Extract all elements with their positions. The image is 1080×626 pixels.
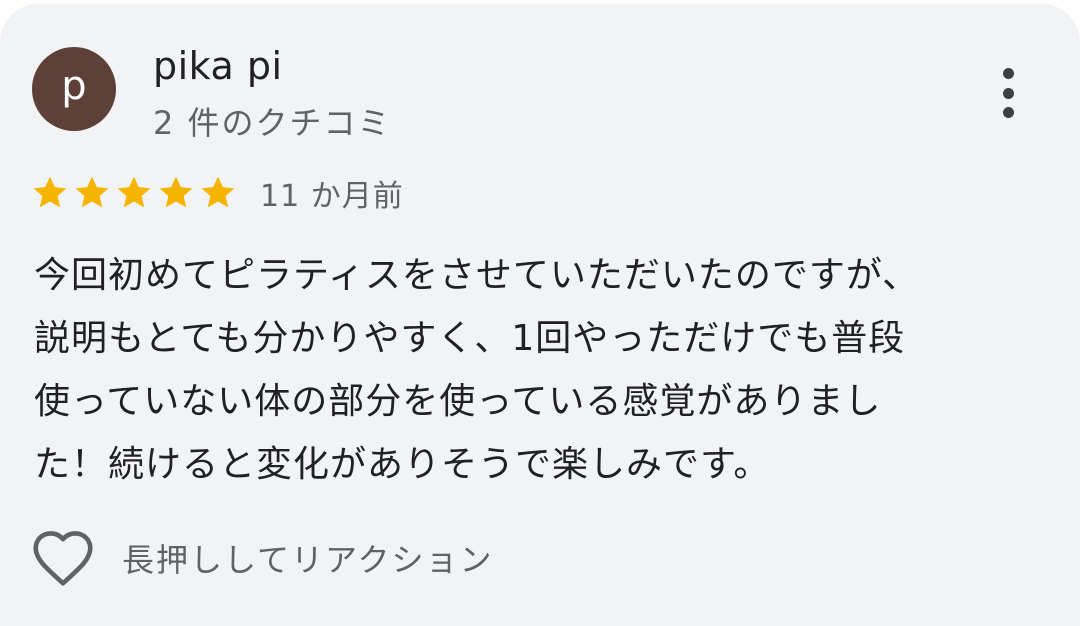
avatar-letter: p bbox=[61, 63, 87, 109]
author-review-count: 2 件のクチコミ bbox=[153, 104, 392, 142]
more-vert-icon-dot bbox=[1002, 87, 1014, 99]
star-icon bbox=[159, 176, 193, 208]
review-text: 今回初めてピラティスをさせていただいたのですが、 説明もとても分かりやすく、1回… bbox=[34, 255, 920, 485]
star-icon bbox=[75, 176, 109, 208]
more-vert-icon bbox=[1002, 68, 1014, 79]
reaction-label: 長押ししてリアクション bbox=[122, 541, 494, 579]
more-options-button[interactable] bbox=[988, 64, 1028, 122]
author-name[interactable]: pika pi bbox=[153, 44, 283, 88]
review-time: 11 か月前 bbox=[260, 179, 404, 214]
rating-row: 11 か月前 bbox=[30, 170, 404, 216]
star-icon bbox=[201, 176, 235, 208]
avatar[interactable]: p bbox=[32, 47, 116, 131]
more-vert-icon-dot bbox=[1002, 107, 1014, 118]
star-rating bbox=[30, 173, 238, 213]
reaction-button[interactable]: 長押ししてリアクション bbox=[30, 526, 493, 590]
heart-outline-icon bbox=[33, 531, 93, 586]
review-card: p pika pi 2 件のクチコミ 11 か月前 今回初めてピラティスをさせて… bbox=[0, 4, 1080, 626]
star-icon bbox=[33, 176, 67, 208]
star-icon bbox=[117, 176, 151, 208]
